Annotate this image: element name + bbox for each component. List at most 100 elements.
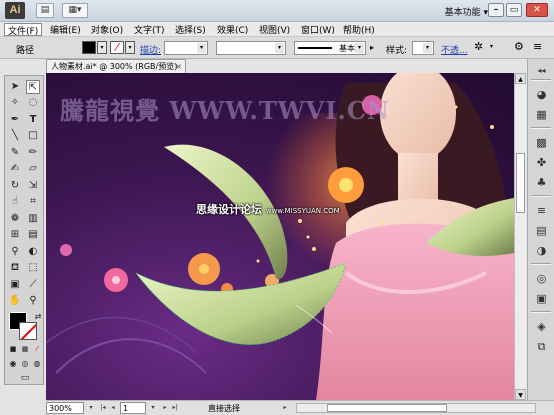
transparency-panel-icon[interactable]: ◑ [534, 243, 549, 258]
symbol-sprayer-tool-icon[interactable]: ❁ [8, 212, 22, 226]
menu-edit[interactable]: 编辑(E) [47, 23, 84, 36]
opacity-link[interactable]: 不透... [441, 43, 468, 56]
artboard-number: 1 [123, 404, 129, 413]
color-guide-icon[interactable]: ▦ [534, 107, 549, 122]
vertical-scroll-thumb[interactable] [516, 153, 525, 213]
control-panel-menu-icon[interactable]: ≡ [533, 40, 542, 53]
artboard-tool-icon[interactable]: ▣ [8, 278, 22, 292]
none-mode-icon[interactable]: ⁄ [30, 342, 44, 356]
status-menu-icon[interactable]: ▸ [280, 403, 290, 413]
rectangle-tool-icon[interactable]: □ [26, 129, 40, 143]
recolor-artwork-icon[interactable]: ✲ [474, 40, 483, 53]
symbols-panel-icon[interactable]: ♣ [534, 175, 549, 190]
graphic-style-dropdown[interactable]: ▾ [412, 41, 434, 55]
scroll-up-icon[interactable]: ▲ [515, 73, 526, 84]
recolor-dropdown-icon[interactable]: ▾ [490, 43, 493, 50]
artboard-dropdown-icon[interactable]: ▾ [148, 403, 158, 413]
last-artboard-icon[interactable]: ▸| [170, 403, 180, 413]
stroke-none-swatch[interactable]: ⁄ [110, 41, 124, 54]
isolate-object-icon[interactable]: ⚙ [514, 40, 524, 53]
stroke-panel-icon[interactable]: ≡ [534, 203, 549, 218]
brushes-panel-icon[interactable]: ✤ [534, 155, 549, 170]
minimize-button[interactable]: – [488, 3, 504, 17]
fill-swatch[interactable] [82, 41, 96, 54]
artboard-number-field[interactable]: 1 [120, 402, 146, 414]
rotate-tool-icon[interactable]: ↻ [8, 179, 22, 193]
live-paint-tool-icon[interactable]: ⛾ [8, 261, 22, 275]
horizontal-scrollbar[interactable] [296, 403, 536, 413]
selection-tool-icon[interactable]: ➤ [8, 80, 22, 94]
scroll-down-icon[interactable]: ▼ [515, 389, 526, 400]
lasso-tool-icon[interactable]: ◌ [26, 96, 40, 110]
pen-tool-icon[interactable]: ✒ [8, 113, 22, 127]
brush-options-icon[interactable]: ▸ [370, 43, 374, 52]
zoom-dropdown-icon[interactable]: ▾ [86, 403, 96, 413]
stroke-dropdown-icon[interactable]: ▾ [125, 41, 135, 54]
first-artboard-icon[interactable]: |◂ [98, 403, 108, 413]
gradient-panel-icon[interactable]: ▤ [534, 223, 549, 238]
blend-tool-icon[interactable]: ◐ [26, 245, 40, 259]
zoom-field[interactable]: 300% [46, 402, 84, 414]
free-transform-tool-icon[interactable]: ⌗ [26, 195, 40, 209]
scale-tool-icon[interactable]: ⇲ [26, 179, 40, 193]
type-tool-icon[interactable]: T [26, 113, 40, 127]
vertical-scrollbar[interactable]: ▲ ▼ [514, 73, 526, 400]
close-document-icon[interactable]: × [175, 60, 182, 73]
gradient-tool-icon[interactable]: ▤ [26, 228, 40, 242]
stroke-color-swatch[interactable] [19, 322, 37, 340]
magic-wand-tool-icon[interactable]: ✧ [8, 96, 22, 110]
previous-artboard-icon[interactable]: ◂ [108, 403, 118, 413]
appearance-panel-icon[interactable]: ◎ [534, 271, 549, 286]
hand-tool-icon[interactable]: ✋ [8, 294, 22, 308]
swatches-panel-icon[interactable]: ▩ [534, 135, 549, 150]
pencil-tool-icon[interactable]: ✏ [26, 146, 40, 160]
menu-view[interactable]: 视图(V) [256, 23, 293, 36]
draw-inside-icon[interactable]: ◍ [30, 357, 44, 371]
workspace-switcher[interactable]: 基本功能 ▾ [445, 5, 488, 18]
color-panel-icon[interactable]: ◕ [534, 87, 549, 102]
slice-tool-icon[interactable]: ⟋ [26, 278, 40, 292]
swap-fill-stroke-icon[interactable]: ⇄ [31, 310, 45, 324]
line-tool-icon[interactable]: ╲ [8, 129, 22, 143]
artboards-panel-icon[interactable]: ⧉ [534, 339, 549, 354]
paintbrush-tool-icon[interactable]: ✎ [8, 146, 22, 160]
fill-dropdown-icon[interactable]: ▾ [97, 41, 107, 54]
forum-watermark: 思缘设计论坛 www.MISSYUAN.COM [196, 201, 340, 217]
eyedropper-tool-icon[interactable]: ⚲ [8, 245, 22, 259]
warp-tool-icon[interactable]: ☝ [8, 195, 22, 209]
menu-object[interactable]: 对象(O) [88, 23, 126, 36]
eraser-tool-icon[interactable]: ▱ [26, 162, 40, 176]
menu-effect[interactable]: 效果(C) [214, 23, 251, 36]
restore-button[interactable]: ▭ [506, 3, 522, 17]
menu-file[interactable]: 文件(F) [4, 23, 43, 37]
document-tab-title: 人物素材.ai* @ 300% (RGB/预览) [51, 62, 178, 71]
variable-width-profile-dropdown[interactable]: ▾ [216, 41, 286, 55]
live-paint-selection-tool-icon[interactable]: ⬚ [26, 261, 40, 275]
menu-bar: 文件(F) 编辑(E) 对象(O) 文字(T) 选择(S) 效果(C) 视图(V… [0, 22, 554, 37]
menu-window[interactable]: 窗口(W) [298, 23, 338, 36]
graphic-styles-panel-icon[interactable]: ▣ [534, 291, 549, 306]
brush-definition-dropdown[interactable]: 基本 ▾ [294, 41, 366, 55]
horizontal-scroll-thumb[interactable] [327, 404, 447, 412]
next-artboard-icon[interactable]: ▸ [160, 403, 170, 413]
menu-help[interactable]: 帮助(H) [340, 23, 378, 36]
collapse-dock-icon[interactable]: ◂◂ [534, 63, 549, 78]
layers-panel-icon[interactable]: ◈ [534, 319, 549, 334]
bridge-icon[interactable]: ▤ [36, 3, 54, 18]
column-graph-tool-icon[interactable]: ▥ [26, 212, 40, 226]
mesh-tool-icon[interactable]: ⊞ [8, 228, 22, 242]
dock-separator [531, 263, 551, 265]
zoom-tool-icon[interactable]: ⚲ [26, 294, 40, 308]
arrange-documents-icon[interactable]: ▦▾ [62, 3, 88, 18]
document-tab[interactable]: 人物素材.ai* @ 300% (RGB/预览) × [46, 59, 186, 73]
menu-type[interactable]: 文字(T) [131, 23, 168, 36]
close-button[interactable]: ✕ [526, 3, 548, 17]
stroke-weight-field[interactable]: ▾ [164, 41, 208, 55]
blob-brush-tool-icon[interactable]: ✍ [8, 162, 22, 176]
stroke-link[interactable]: 描边: [140, 43, 161, 56]
brush-name: 基本 [339, 44, 355, 53]
screen-mode-icon[interactable]: ▭ [18, 371, 32, 385]
artwork-canvas[interactable]: 騰龍視覺 WWW.TWVI.CN 思缘设计论坛 www.MISSYUAN.COM [46, 73, 514, 400]
menu-select[interactable]: 选择(S) [172, 23, 209, 36]
direct-selection-tool-icon[interactable]: ⇱ [26, 80, 40, 94]
